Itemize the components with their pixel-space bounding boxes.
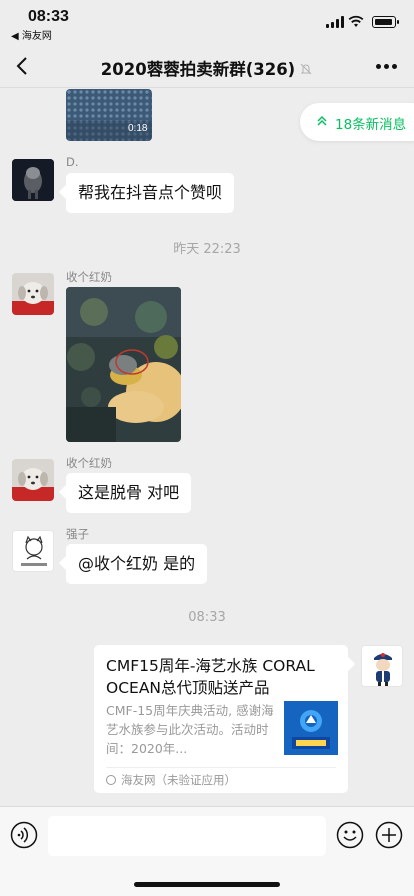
new-messages-label: 18条新消息 — [335, 117, 407, 133]
message-bubble[interactable]: 帮我在抖音点个赞呗 — [66, 173, 235, 213]
wifi-icon — [348, 15, 364, 27]
status-time: 08:33 — [28, 8, 69, 25]
chat-title: 2020蓉蓉拍卖新群(326) — [0, 56, 414, 80]
avatar[interactable] — [12, 159, 54, 201]
timestamp: 昨天 22:23 — [173, 242, 241, 257]
image-message[interactable] — [66, 287, 181, 442]
message-input[interactable] — [48, 816, 326, 856]
link-card-source-label: 海友网（未验证应用） — [121, 773, 236, 787]
home-indicator[interactable] — [134, 882, 280, 887]
avatar[interactable] — [12, 459, 54, 501]
message-bubble[interactable]: 这是脱骨 对吧 — [66, 473, 192, 513]
emoji-icon[interactable] — [336, 821, 364, 849]
link-card-description: CMF-15周年庆典活动, 感谢海艺水族参与此次活动。活动时间：2020年... — [106, 703, 274, 756]
sender-name: 强子 — [66, 527, 89, 541]
sender-name: 收个红奶 — [66, 270, 112, 284]
link-card[interactable]: CMF15周年-海艺水族 CORAL OCEAN总代顶贴送产品 CMF-15周年… — [94, 645, 348, 793]
back-to-app-link[interactable]: ◀ 海友网 — [11, 27, 52, 42]
sender-name: D. — [66, 155, 79, 169]
double-chevron-up-icon — [317, 115, 327, 126]
timestamp: 08:33 — [188, 610, 226, 625]
message-bubble[interactable]: @收个红奶 是的 — [66, 544, 208, 584]
signal-icon — [326, 16, 344, 28]
new-messages-button[interactable]: 18条新消息 — [300, 103, 414, 141]
chat-header: 2020蓉蓉拍卖新群(326) — [0, 44, 414, 88]
image-message[interactable]: 0:18 — [66, 89, 152, 141]
status-bar: 08:33 ◀ 海友网 — [0, 0, 414, 44]
sender-name: 收个红奶 — [66, 456, 112, 470]
mini-program-icon — [106, 775, 116, 785]
link-card-source: 海友网（未验证应用） — [106, 767, 336, 787]
plus-icon[interactable] — [375, 821, 403, 849]
chat-title-text: 2020蓉蓉拍卖新群(326) — [100, 60, 296, 79]
voice-icon[interactable] — [10, 821, 38, 849]
mute-icon — [300, 63, 312, 75]
battery-icon — [372, 16, 399, 28]
link-card-title: CMF15周年-海艺水族 CORAL OCEAN总代顶贴送产品 — [106, 657, 315, 697]
link-card-thumbnail — [284, 701, 338, 755]
avatar[interactable] — [361, 645, 403, 687]
avatar[interactable] — [12, 273, 54, 315]
more-icon[interactable] — [376, 64, 398, 70]
image-watermark: 0:18 — [128, 123, 148, 134]
avatar[interactable] — [12, 530, 54, 572]
